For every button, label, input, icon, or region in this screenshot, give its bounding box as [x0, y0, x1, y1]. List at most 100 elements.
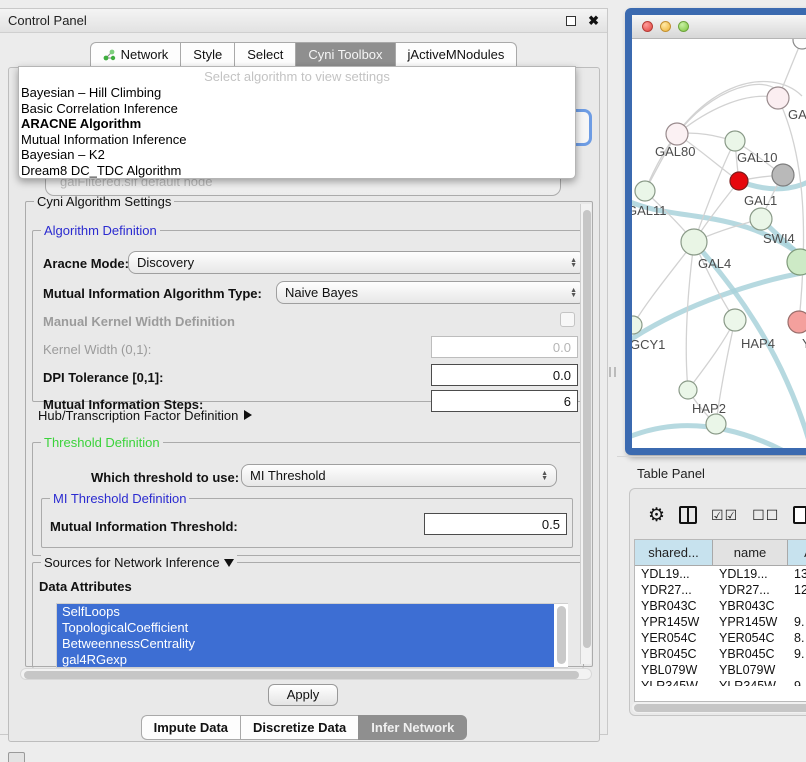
tab-network[interactable]: Network	[90, 42, 181, 67]
table-row[interactable]: YDL19... YDL19... 13	[635, 566, 806, 582]
table-row[interactable]: YDR27... YDR27... 12	[635, 582, 806, 598]
network-edge[interactable]	[778, 98, 804, 322]
network-window-titlebar[interactable]	[632, 15, 806, 39]
network-edge[interactable]	[686, 242, 694, 390]
tab-cyni-toolbox[interactable]: Cyni Toolbox	[295, 42, 394, 67]
cell-value: 9.	[788, 646, 806, 662]
network-node[interactable]	[724, 309, 746, 331]
kernel-width-field[interactable]: 0.0	[431, 336, 578, 358]
tab-label: Infer Network	[371, 720, 454, 735]
mi-type-value: Naive Bayes	[285, 285, 570, 300]
cell-name: YPR145W	[713, 614, 788, 630]
table-panel: ⚙ ☑☑ ☐☐ shared... name A YDL19... YDL19.…	[629, 488, 806, 716]
attribute-item-selected[interactable]: gal4RGexp	[57, 652, 554, 668]
column-header-shared-name[interactable]: shared...	[635, 540, 713, 565]
tab-style[interactable]: Style	[180, 42, 234, 67]
network-node-label: HAP2	[692, 401, 726, 416]
table-row[interactable]: YPR145W YPR145W 9.	[635, 614, 806, 630]
attribute-item-selected[interactable]: SelfLoops	[57, 604, 554, 620]
table-row[interactable]: YER054C YER054C 8.	[635, 630, 806, 646]
network-node[interactable]	[788, 311, 806, 333]
minimize-window-icon[interactable]	[660, 21, 671, 32]
tab-impute-data[interactable]: Impute Data	[141, 715, 240, 740]
algorithm-option[interactable]: Bayesian – K2	[19, 147, 575, 163]
gear-icon[interactable]: ⚙	[648, 504, 665, 527]
table-row[interactable]: YBR043C YBR043C	[635, 598, 806, 614]
dpi-tolerance-value: 0.0	[553, 368, 571, 383]
attribute-item-selected[interactable]: TopologicalCoefficient	[57, 620, 554, 636]
network-node[interactable]	[730, 172, 748, 190]
attribute-item-selected[interactable]: BetweennessCentrality	[57, 636, 554, 652]
network-node[interactable]	[706, 414, 726, 434]
kernel-width-label: Kernel Width (0,1):	[43, 342, 151, 357]
node-table: shared... name A YDL19... YDL19... 13 YD…	[634, 539, 806, 702]
network-node[interactable]	[666, 123, 688, 145]
mi-steps-value: 6	[564, 394, 571, 409]
mi-steps-field[interactable]: 6	[431, 390, 578, 412]
table-panel-toolbar: ⚙ ☑☑ ☐☐	[630, 497, 806, 533]
tab-label: Style	[193, 47, 222, 62]
aracne-mode-combobox[interactable]: Discovery ▲▼	[128, 251, 586, 274]
panel-divider-grip[interactable]	[609, 367, 616, 377]
close-window-icon[interactable]	[642, 21, 653, 32]
table-horizontal-scrollbar[interactable]	[632, 702, 806, 713]
network-node[interactable]	[725, 131, 745, 151]
table-row[interactable]: YBL079W YBL079W	[635, 662, 806, 678]
hub-definition-collapser[interactable]: Hub/Transcription Factor Definition	[38, 408, 252, 423]
tab-select[interactable]: Select	[234, 42, 295, 67]
network-edge[interactable]	[694, 141, 735, 242]
cell-value: 13	[788, 566, 806, 582]
network-node[interactable]	[679, 381, 697, 399]
network-edge[interactable]	[739, 179, 806, 189]
select-all-columns-icon[interactable]: ☑☑	[711, 507, 738, 524]
algorithm-option[interactable]: Dream8 DC_TDC Algorithm	[19, 163, 575, 179]
network-node[interactable]	[793, 39, 806, 49]
sources-group-title[interactable]: Sources for Network Inference	[41, 555, 237, 570]
network-edge[interactable]	[632, 271, 806, 344]
float-panel-icon[interactable]	[566, 16, 576, 26]
network-node[interactable]	[750, 208, 772, 230]
network-node[interactable]	[635, 181, 655, 201]
mi-algorithm-type-combobox[interactable]: Naive Bayes ▲▼	[276, 281, 586, 304]
algorithm-option[interactable]: ARACNE Algorithm	[19, 116, 575, 132]
network-node[interactable]	[681, 229, 707, 255]
algorithm-option[interactable]: Mutual Information Inference	[19, 132, 575, 148]
tab-infer-network[interactable]: Infer Network	[358, 715, 467, 740]
dpi-tolerance-field[interactable]: 0.0	[431, 364, 578, 386]
network-node[interactable]	[767, 87, 789, 109]
network-node[interactable]	[772, 164, 794, 186]
aracne-mode-value: Discovery	[137, 255, 570, 270]
which-threshold-combobox[interactable]: MI Threshold ▲▼	[241, 464, 557, 487]
split-columns-icon[interactable]	[679, 506, 697, 524]
column-header-name[interactable]: name	[713, 540, 788, 565]
close-panel-icon[interactable]: ✖	[588, 16, 599, 26]
deselect-all-columns-icon[interactable]: ☐☐	[752, 507, 779, 524]
network-node-label: GAL	[788, 107, 806, 122]
network-view-window[interactable]: GALGAL80GAL10GAL1GAL11SWI4GAL4GCY1HAP4YH…	[625, 8, 806, 455]
mi-threshold-field[interactable]: 0.5	[424, 513, 567, 535]
network-node[interactable]	[787, 249, 806, 275]
network-node-label: GAL11	[632, 203, 667, 218]
attributes-list-scrollbar[interactable]	[557, 606, 566, 664]
cell-value: 9.	[788, 614, 806, 630]
table-row[interactable]: YLR345W YLR345W 9.	[635, 678, 806, 686]
settings-vertical-scrollbar[interactable]	[580, 204, 591, 664]
algorithm-list: Bayesian – Hill ClimbingBasic Correlatio…	[19, 85, 575, 178]
settings-horizontal-scrollbar[interactable]	[20, 668, 592, 680]
apply-button[interactable]: Apply	[268, 684, 338, 706]
network-canvas[interactable]: GALGAL80GAL10GAL1GAL11SWI4GAL4GCY1HAP4YH…	[632, 39, 806, 448]
tab-jactivemnodules[interactable]: jActiveMNodules	[395, 42, 518, 67]
data-attributes-list: SelfLoopsTopologicalCoefficientBetweenne…	[56, 603, 568, 668]
new-table-icon[interactable]	[793, 506, 806, 524]
algorithm-option[interactable]: Basic Correlation Inference	[19, 101, 575, 117]
cell-value	[788, 598, 806, 614]
tab-discretize-data[interactable]: Discretize Data	[240, 715, 358, 740]
algorithm-option[interactable]: Bayesian – Hill Climbing	[19, 85, 575, 101]
network-edge[interactable]	[677, 84, 778, 134]
minimized-panel-icon[interactable]	[8, 752, 25, 762]
column-header-clipped[interactable]: A	[788, 540, 806, 565]
zoom-window-icon[interactable]	[678, 21, 689, 32]
which-threshold-label: Which threshold to use:	[91, 470, 239, 485]
table-row[interactable]: YBR045C YBR045C 9.	[635, 646, 806, 662]
manual-kernel-checkbox[interactable]	[560, 312, 575, 327]
